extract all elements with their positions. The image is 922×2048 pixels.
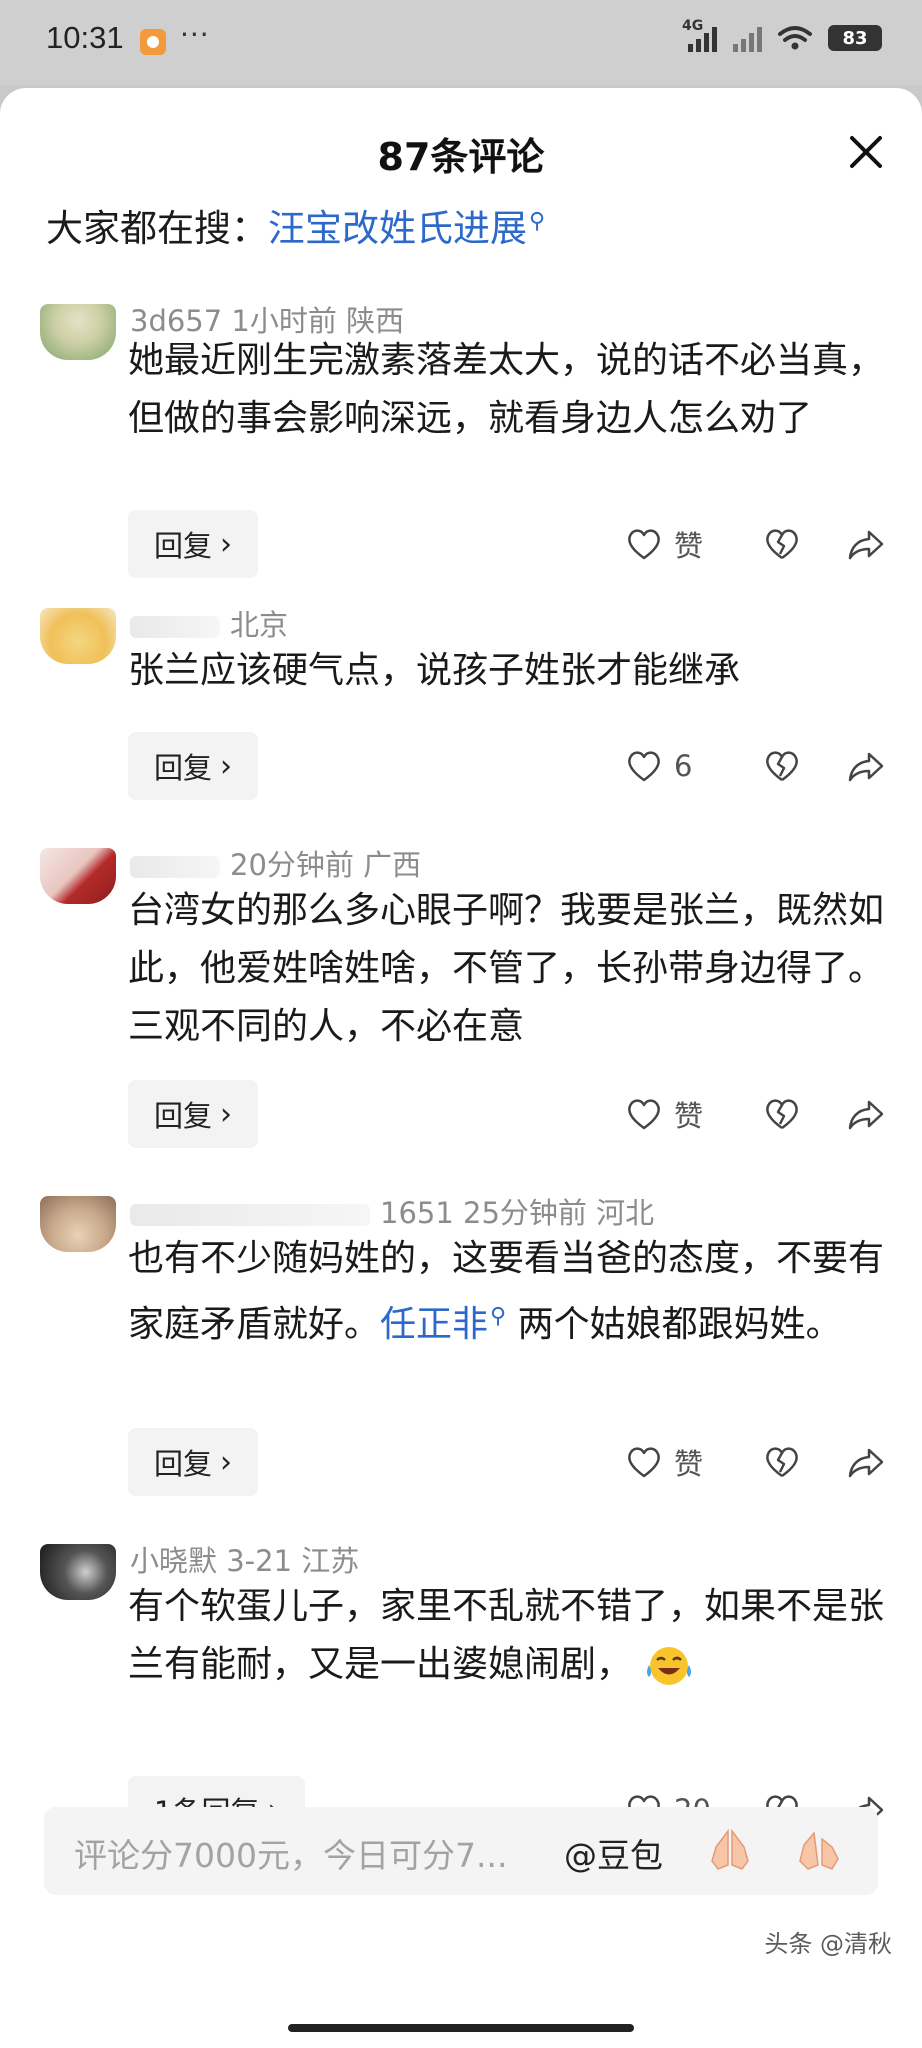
- broken-heart-icon: [766, 751, 798, 782]
- like-button[interactable]: 6: [624, 746, 718, 786]
- signal-no-service-icon: [733, 24, 762, 52]
- share-button[interactable]: [846, 1442, 886, 1482]
- trending-search-keyword[interactable]: 汪宝改姓氏进展: [268, 207, 527, 250]
- home-indicator[interactable]: [288, 2024, 634, 2032]
- dislike-button[interactable]: [762, 746, 802, 786]
- broken-heart-icon: [766, 1099, 798, 1130]
- battery-indicator: 83: [828, 25, 882, 51]
- comment-text: 张兰应该硬气点，说孩子姓张才能继承: [128, 650, 741, 691]
- comment-text: 有个软蛋儿子，家里不乱就不错了，如果不是张兰有能耐，又是一出婆媳闹剧，: [128, 1578, 888, 1694]
- close-icon: [850, 136, 882, 168]
- reply-label: 回复: [154, 1099, 213, 1133]
- heart-icon: [628, 1099, 660, 1130]
- comment-meta: 小晓默 3-21 江苏: [130, 1544, 360, 1578]
- like-button[interactable]: 赞: [624, 1093, 718, 1135]
- comment-actions: 赞: [624, 510, 886, 578]
- mention-doubao-button[interactable]: @豆包: [564, 1829, 663, 1877]
- comment-text: 她最近刚生完激素落差太大，说的话不必当真，但做的事会影响深远，就看身边人怎么劝了: [128, 340, 885, 439]
- broken-heart-icon: [766, 1447, 798, 1478]
- praying-hands-emoji-icon[interactable]: [704, 1825, 756, 1875]
- reply-label: 回复: [154, 751, 213, 785]
- dislike-button[interactable]: [762, 1442, 802, 1482]
- share-icon: [848, 530, 884, 560]
- like-button[interactable]: 赞: [624, 523, 718, 565]
- comment-meta: 北京: [130, 602, 288, 644]
- like-count: 6: [674, 749, 693, 783]
- like-count: 赞: [674, 1099, 704, 1133]
- chevron-right-icon: ›: [220, 1096, 233, 1132]
- comment-input-placeholder: 评论分7000元，今日可分7...: [74, 1836, 508, 1875]
- status-bar: 10:31 ··· 4G 83: [0, 0, 922, 85]
- comment-actions: 6: [624, 732, 886, 800]
- reply-label: 回复: [154, 529, 213, 563]
- more-notifications-icon: ···: [180, 18, 210, 51]
- comment-actions: 赞: [624, 1080, 886, 1148]
- dislike-button[interactable]: [762, 524, 802, 564]
- laughing-crying-emoji-icon: [647, 1647, 692, 1685]
- chevron-right-icon: ›: [220, 526, 233, 562]
- comment-meta: 1651 25分钟前 河北: [130, 1190, 654, 1232]
- comment-link[interactable]: 任正非⚲: [380, 1304, 506, 1345]
- share-icon: [848, 752, 884, 782]
- share-button[interactable]: [846, 524, 886, 564]
- hands-emoji-icon[interactable]: [792, 1825, 844, 1875]
- trending-search-row: 大家都在搜：汪宝改姓氏进展⚲: [46, 198, 545, 252]
- chevron-right-icon: ›: [220, 748, 233, 784]
- comment-text: 也有不少随妈姓的，这要看当爸的态度，不要有家庭矛盾就好。任正非⚲ 两个姑娘都跟妈…: [128, 1238, 885, 1345]
- like-button[interactable]: 赞: [624, 1441, 718, 1483]
- watermark: 头条 @清秋: [764, 1930, 892, 1958]
- wifi-icon: [778, 26, 812, 50]
- comment-input[interactable]: 评论分7000元，今日可分7... @豆包: [44, 1807, 878, 1895]
- comment-actions: 赞: [624, 1428, 886, 1496]
- like-count: 赞: [674, 1447, 704, 1481]
- share-icon: [848, 1448, 884, 1478]
- app-notification-icon: [140, 29, 166, 55]
- heart-icon: [628, 751, 660, 782]
- chevron-right-icon: ›: [220, 1444, 233, 1480]
- search-icon: ⚲: [529, 208, 546, 234]
- trending-search-prefix: 大家都在搜：: [46, 207, 268, 250]
- reply-button[interactable]: 回复 ›: [128, 510, 259, 578]
- comment-text: 台湾女的那么多心眼子啊？我要是张兰，既然如此，他爱姓啥姓啥，不管了，长孙带身边得…: [128, 890, 885, 1047]
- comment-meta: 20分钟前 广西: [130, 842, 421, 884]
- heart-icon: [628, 1447, 660, 1478]
- reply-button[interactable]: 回复 ›: [128, 1428, 259, 1496]
- sheet-title: 87条评论: [377, 135, 545, 179]
- reply-label: 回复: [154, 1447, 213, 1481]
- dislike-button[interactable]: [762, 1094, 802, 1134]
- close-button[interactable]: [838, 124, 894, 180]
- signal-4g-icon: 4G: [682, 18, 717, 52]
- status-time: 10:31: [46, 20, 124, 55]
- share-button[interactable]: [846, 1094, 886, 1134]
- like-count: 赞: [674, 529, 704, 563]
- avatar[interactable]: [40, 608, 116, 664]
- comments-sheet: 87条评论 大家都在搜：汪宝改姓氏进展⚲ 3d657 1小时前 陕西 她最近刚生…: [0, 88, 922, 2048]
- share-icon: [848, 1100, 884, 1130]
- share-button[interactable]: [846, 746, 886, 786]
- avatar[interactable]: [40, 1196, 116, 1252]
- avatar[interactable]: [40, 848, 116, 904]
- broken-heart-icon: [766, 529, 798, 560]
- reply-button[interactable]: 回复 ›: [128, 1080, 259, 1148]
- search-icon: ⚲: [490, 1304, 507, 1329]
- avatar[interactable]: [40, 304, 116, 360]
- heart-icon: [628, 529, 660, 560]
- avatar[interactable]: [40, 1544, 116, 1600]
- reply-button[interactable]: 回复 ›: [128, 732, 259, 800]
